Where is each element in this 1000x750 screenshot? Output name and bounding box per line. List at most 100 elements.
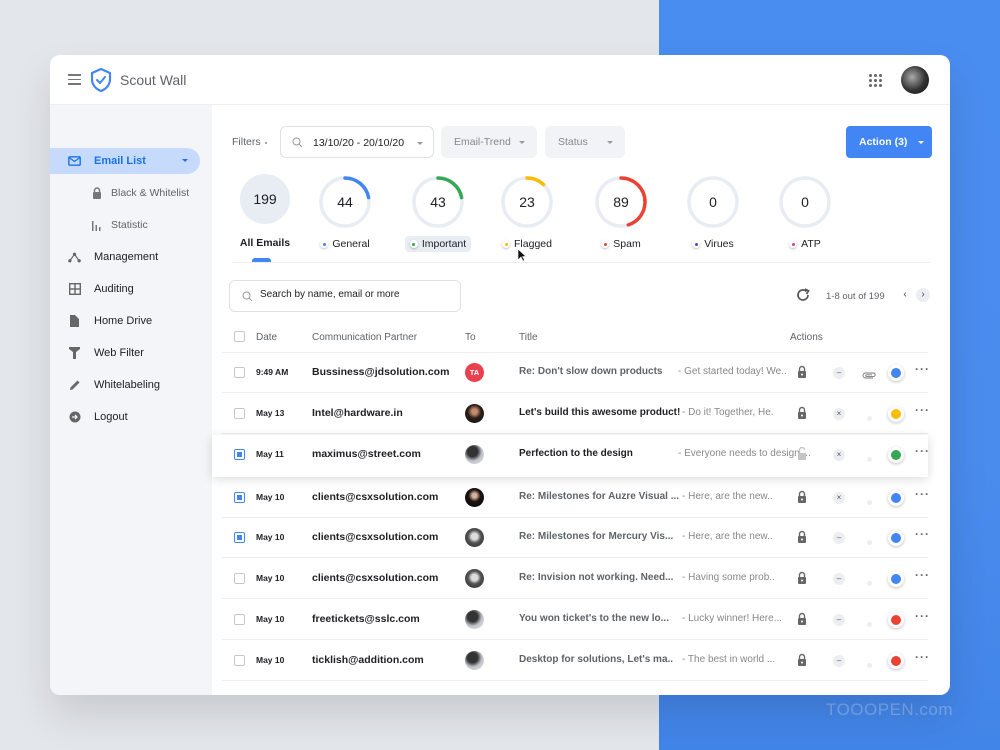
logout-icon [68,411,81,424]
sidebar-item-management[interactable]: Management [50,244,200,270]
sidebar-item-web-filter[interactable]: Web Filter [50,340,200,366]
more-options-icon[interactable]: ··· [915,568,930,582]
stat-virues[interactable]: 0 Virues [678,174,748,252]
close-icon[interactable]: × [833,449,845,461]
legend-dot-icon [692,240,701,248]
row-checkbox[interactable] [234,573,245,584]
row-checkbox[interactable] [234,532,245,543]
lock-icon[interactable] [797,653,807,666]
attachment-icon[interactable] [862,367,876,379]
table-row[interactable]: May 10 ticklish@addition.com Desktop for s… [222,641,930,681]
stat-spam[interactable]: 89 Spam [586,174,656,252]
table-row[interactable]: May 10 freetickets@sslc.com You won ticket… [222,600,930,640]
column-header-to[interactable]: To [465,332,476,343]
row-title[interactable]: Desktop for solutions, Let's ma.. [519,654,673,665]
lock-icon[interactable] [797,490,807,503]
minus-icon[interactable]: – [833,655,845,667]
minus-icon[interactable]: – [833,573,845,585]
row-checkbox[interactable] [234,408,245,419]
sidebar-item-home-drive[interactable]: Home Drive [50,308,200,334]
row-title[interactable]: Let's build this awesome product! [519,407,680,418]
refresh-icon[interactable] [795,287,811,303]
minus-icon[interactable]: – [833,367,845,379]
more-options-icon[interactable]: ··· [915,609,930,623]
row-checkbox[interactable] [234,614,245,625]
row-title[interactable]: Re: Milestones for Auzre Visual ... [519,491,679,502]
label-color-button[interactable] [888,365,904,381]
row-checkbox[interactable] [234,655,245,666]
lock-icon[interactable] [797,612,807,625]
column-header-partner[interactable]: Communication Partner [312,332,417,343]
more-options-icon[interactable]: ··· [915,650,930,664]
row-title[interactable]: You won ticket's to the new lo... [519,613,669,624]
stat-general[interactable]: 44 General [310,174,380,252]
filters-dropdown-icon[interactable] [265,142,267,144]
action-button[interactable]: Action (3) [846,126,932,158]
stat-ring: 43 [410,174,466,230]
sidebar-item-whitelabeling[interactable]: Whitelabeling [50,372,200,398]
close-icon[interactable]: × [833,408,845,420]
more-options-icon[interactable]: ··· [915,444,930,458]
table-row[interactable]: May 10 clients@csxsolution.com Re: Invisio… [222,559,930,599]
more-options-icon[interactable]: ··· [915,487,930,501]
sidebar-item-logout[interactable]: Logout [50,404,200,430]
minus-icon[interactable]: – [833,614,845,626]
sidebar-item-black-whitelist[interactable]: Black & Whitelist [50,180,200,206]
mouse-cursor-icon [517,248,527,262]
search-input[interactable] [260,289,450,300]
table-row[interactable]: May 11 maximus@street.com Perfection to th… [212,435,930,477]
more-options-icon[interactable]: ··· [915,527,930,541]
next-page-button[interactable]: › [916,288,930,302]
sidebar-item-label: Whitelabeling [94,379,161,391]
email-trend-select[interactable]: Email-Trend [441,126,537,158]
row-title[interactable]: Re: Invision not working. Need... [519,572,673,583]
sidebar-item-email-list[interactable]: Email List [50,148,200,174]
lock-icon[interactable] [797,365,807,378]
row-date: May 13 [256,408,285,418]
label-color-button[interactable] [888,612,904,628]
sidebar-item-auditing[interactable]: Auditing [50,276,200,302]
search-field[interactable] [229,280,461,312]
stat-flagged[interactable]: 23 Flagged [492,174,562,252]
menu-icon[interactable] [68,74,81,85]
minus-icon[interactable]: – [833,532,845,544]
file-icon [68,315,81,328]
row-checkbox[interactable] [234,367,245,378]
label-color-button[interactable] [888,447,904,463]
label-color-button[interactable] [888,530,904,546]
table-row[interactable]: May 13 Intel@hardware.in Let's build this … [222,394,930,434]
more-options-icon[interactable]: ··· [915,362,930,376]
date-range-select[interactable]: 13/10/20 - 20/10/20 [280,126,434,158]
label-color-button[interactable] [888,571,904,587]
lock-icon[interactable] [797,530,807,543]
stat-all-emails[interactable]: 199 All Emails [230,174,300,251]
filters-label: Filters [232,136,261,148]
select-all-checkbox[interactable] [234,331,245,342]
column-header-date[interactable]: Date [256,332,277,343]
status-value: Status [558,136,588,148]
stat-atp[interactable]: 0 ATP [770,174,840,252]
stat-important[interactable]: 43 Important [403,174,473,252]
table-row[interactable]: May 10 clients@csxsolution.com Re: Milesto… [222,478,930,518]
label-color-button[interactable] [888,653,904,669]
label-color-button[interactable] [888,406,904,422]
label-color-button[interactable] [888,490,904,506]
lock-icon[interactable] [797,571,807,584]
row-checkbox[interactable] [234,449,245,460]
row-title[interactable]: Re: Milestones for Mercury Vis... [519,531,673,542]
table-row[interactable]: 9:49 AM Bussiness@jdsolution.com TA Re: Don… [222,353,930,393]
stat-label-wrap: Important [404,236,472,252]
previous-page-button[interactable]: ‹ [898,288,912,302]
status-select[interactable]: Status [545,126,625,158]
more-options-icon[interactable]: ··· [915,403,930,417]
row-title[interactable]: Re: Don't slow down products [519,366,662,377]
lock-icon[interactable] [797,406,807,419]
row-title[interactable]: Perfection to the design [519,448,633,459]
row-checkbox[interactable] [234,492,245,503]
table-row[interactable]: May 10 clients@csxsolution.com Re: Milesto… [222,518,930,558]
column-header-title[interactable]: Title [519,332,538,343]
unlock-icon[interactable] [797,446,807,460]
close-icon[interactable]: × [833,492,845,504]
sidebar-item-statistic[interactable]: Statistic [50,212,200,238]
main-content: Filters 13/10/20 - 20/10/20 Email-Trend … [212,55,950,681]
